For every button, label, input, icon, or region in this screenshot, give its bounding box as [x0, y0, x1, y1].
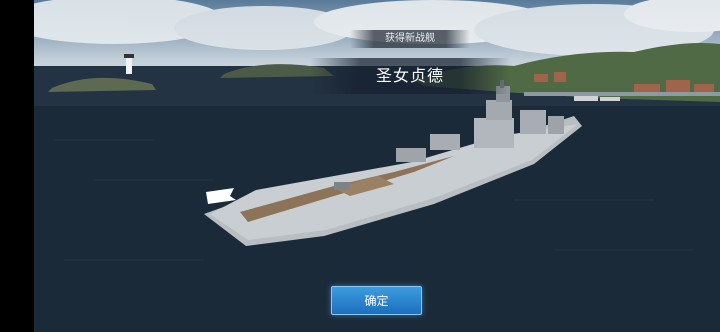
letterbox-left	[0, 0, 34, 332]
pier	[524, 92, 720, 96]
game-screen: 获得新战舰 圣女贞德 确定	[0, 0, 720, 332]
confirm-button[interactable]: 确定	[331, 286, 422, 315]
ship-name: 圣女贞德	[310, 58, 510, 94]
new-ship-banner: 获得新战舰 圣女贞德	[310, 30, 510, 96]
new-ship-subtitle: 获得新战舰	[350, 30, 470, 48]
harbor-scene: 获得新战舰 圣女贞德	[34, 0, 720, 332]
